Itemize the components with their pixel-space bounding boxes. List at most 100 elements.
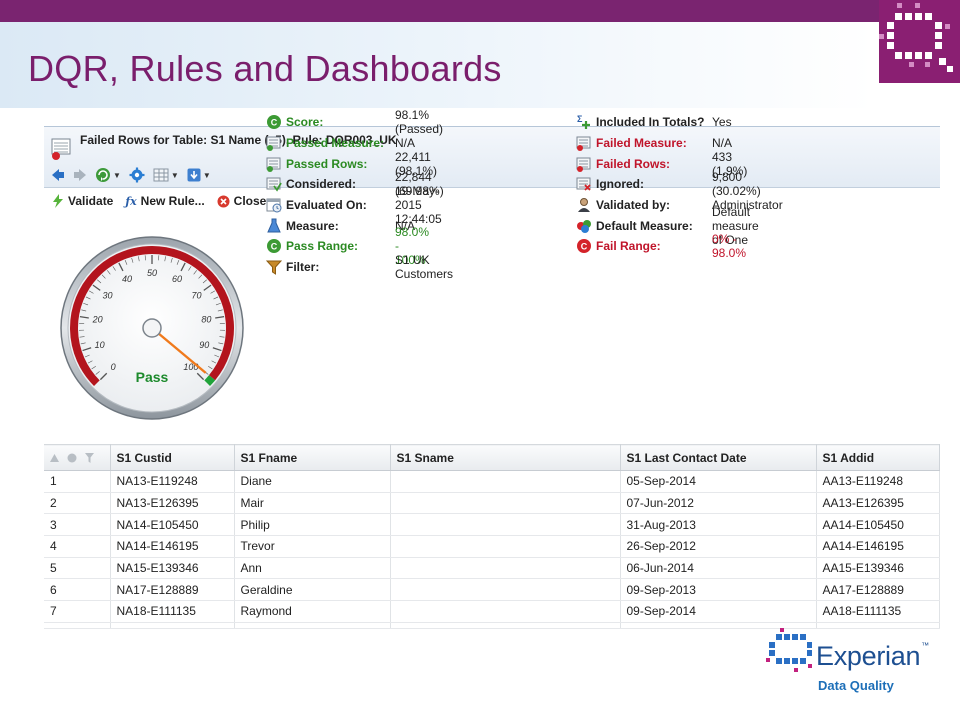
filler-cell — [110, 622, 235, 629]
export-menu-button[interactable]: ▼ — [184, 166, 214, 184]
gear-icon — [129, 167, 145, 183]
refresh-menu-button[interactable]: ▼ — [92, 166, 124, 184]
experian-dots-logo-icon — [766, 628, 812, 672]
row-number-cell: 5 — [44, 557, 111, 580]
slide-top-bar — [0, 0, 960, 22]
settings-button[interactable] — [126, 166, 148, 184]
chevron-down-icon: ▼ — [113, 170, 121, 180]
table-cell: 05-Sep-2014 — [620, 470, 817, 493]
table-cell — [390, 492, 621, 515]
score-gauge: 0102030405060708090100 Pass — [60, 236, 244, 420]
user-icon — [576, 197, 592, 213]
stat-label: Default Measure: — [596, 218, 693, 233]
table-cell: AA14-E146195 — [816, 535, 940, 558]
stats-right-column: Σ Included In Totals? Yes Failed Measure: N/… — [576, 112, 783, 260]
table-cell: AA14-E105450 — [816, 513, 940, 537]
stat-row: Default Measure: Default measure of One — [576, 205, 759, 247]
gauge-tick-label: 90 — [199, 340, 209, 350]
new-rule-button[interactable]: ƒx New Rule... — [125, 194, 204, 208]
ignored-icon — [576, 176, 592, 192]
stat-row: Measure: N/A — [266, 215, 415, 236]
close-button[interactable]: Close — [217, 194, 266, 208]
fail-range-icon: C — [576, 238, 592, 254]
column-header-fname[interactable]: S1 Fname — [234, 444, 391, 471]
column-header-addid[interactable]: S1 Addid — [816, 444, 940, 471]
column-header-sname[interactable]: S1 Sname — [390, 444, 621, 471]
validate-button[interactable]: Validate — [52, 194, 113, 208]
stat-label: Failed Rows: — [596, 156, 671, 171]
sort-icon[interactable] — [50, 453, 59, 462]
table-cell — [390, 578, 621, 602]
svg-text:C: C — [581, 242, 588, 252]
back-arrow-icon — [52, 169, 64, 181]
gauge-tick-label: 70 — [191, 291, 201, 301]
experian-subtitle: Data Quality — [818, 678, 894, 693]
row-number-cell: 2 — [44, 492, 111, 515]
action-toolbar: Validate ƒx New Rule... Close — [52, 194, 266, 208]
stat-label: Considered: — [286, 177, 357, 192]
table-cell: NA14-E105450 — [110, 513, 235, 537]
table-cell: Diane — [234, 470, 391, 493]
table-row[interactable]: 5 NA15-E139346 Ann 06-Jun-2014 AA15-E139346 — [44, 557, 940, 580]
column-header-last-contact-date[interactable]: S1 Last Contact Date — [620, 444, 817, 471]
stat-label: Passed Measure: — [286, 136, 385, 151]
row-number-cell: 1 — [44, 470, 111, 493]
table-cell — [390, 513, 621, 537]
validate-label: Validate — [68, 194, 114, 208]
forward-arrow-icon — [74, 169, 86, 181]
filter-icon[interactable] — [85, 452, 94, 463]
table-cell: NA17-E128889 — [110, 578, 235, 602]
table-cell: NA15-E139346 — [110, 557, 235, 580]
gauge-tick-label: 20 — [92, 314, 103, 324]
table-row[interactable]: 4 NA14-E146195 Trevor 26-Sep-2012 AA14-E1461… — [44, 535, 940, 558]
lightning-icon — [53, 194, 63, 208]
function-icon: ƒx — [125, 194, 137, 208]
table-row[interactable]: 6 NA17-E128889 Geraldine 09-Sep-2013 AA17-E1… — [44, 578, 940, 602]
gauge-tick-label: 10 — [95, 340, 105, 350]
stat-label: Fail Range: — [596, 239, 661, 254]
stat-label: Validated by: — [596, 198, 671, 213]
filter-icon — [266, 259, 282, 276]
table-cell: AA18-E111135 — [816, 600, 940, 623]
gauge-hub — [142, 318, 162, 338]
table-cell: 06-Jun-2014 — [620, 557, 817, 580]
refresh-globe-icon — [96, 168, 110, 182]
table-cell: AA13-E119248 — [816, 470, 940, 493]
default-measure-icon — [576, 218, 592, 234]
table-cell — [390, 535, 621, 558]
stat-row: Considered: 22,844 (69.98%) — [266, 170, 444, 198]
navigation-toolbar: ▼ ▼ ▼ — [48, 165, 214, 185]
table-row[interactable]: 3 NA14-E105450 Philip 31-Aug-2013 AA14-E1054… — [44, 513, 940, 537]
gauge-tick-label: 30 — [102, 291, 112, 301]
stat-row: Failed Rows: 433 (1.9%) — [576, 150, 747, 178]
download-icon — [187, 168, 201, 182]
forward-button[interactable] — [70, 166, 90, 184]
chevron-down-icon: ▼ — [170, 170, 179, 180]
back-button[interactable] — [48, 166, 68, 184]
record-circle-icon[interactable] — [67, 453, 77, 463]
table-cell: AA13-E126395 — [816, 492, 940, 515]
gauge-status-label: Pass — [136, 369, 169, 385]
table-row[interactable]: 2 NA13-E126395 Mair 07-Jun-2012 AA13-E126395 — [44, 492, 940, 515]
column-header-custid[interactable]: S1 Custid — [110, 444, 235, 471]
stat-value: N/A — [712, 136, 733, 151]
stat-row: Ignored: 9,800 (30.02%) — [576, 170, 761, 198]
experian-wordmark: Experian™ — [816, 641, 929, 672]
table-cell: Geraldine — [234, 578, 391, 602]
new-rule-label: New Rule... — [140, 194, 205, 208]
trademark-symbol: ™ — [921, 641, 929, 650]
failed-measure-icon — [576, 135, 592, 152]
pass-range-icon: C — [266, 238, 282, 254]
stat-label: Failed Measure: — [596, 136, 687, 151]
stat-label: Evaluated On: — [286, 198, 367, 213]
passed-measure-icon — [266, 135, 282, 152]
dot-matrix-logo-icon — [879, 3, 953, 72]
table-row[interactable]: 7 NA18-E111135 Raymond 09-Sep-2014 AA18-E111… — [44, 600, 940, 623]
stat-value: 9,800 (30.02%) — [712, 170, 761, 199]
stat-row: Failed Measure: N/A — [576, 133, 732, 154]
svg-text:C: C — [271, 118, 278, 128]
table-cell — [390, 470, 621, 493]
grid-view-menu-button[interactable]: ▼ — [150, 166, 182, 184]
row-number-cell: 7 — [44, 600, 111, 623]
table-row[interactable]: 1 NA13-E119248 Diane 05-Sep-2014 AA13-E11924… — [44, 470, 940, 493]
